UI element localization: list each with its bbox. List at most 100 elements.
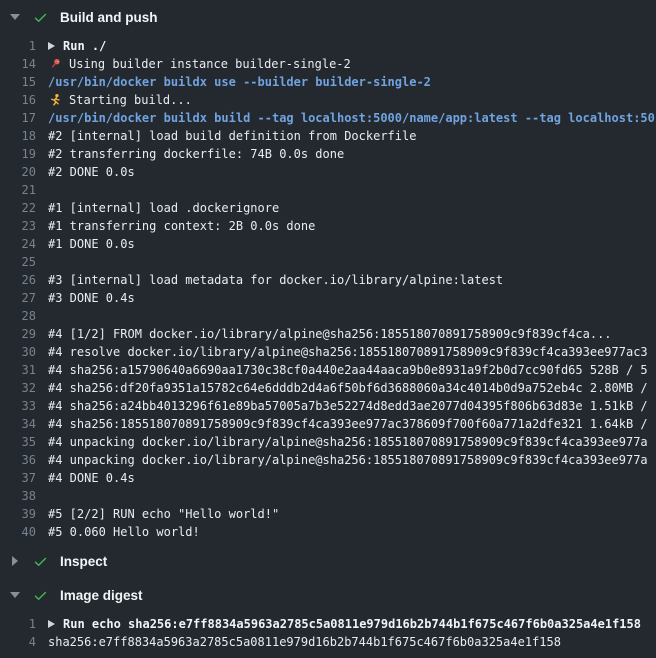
line-number[interactable]: 36 — [0, 453, 36, 467]
log-line: 16 Starting build... — [0, 91, 656, 109]
log-line: 17/usr/bin/docker buildx build --tag loc… — [0, 109, 656, 127]
log-line: 38 — [0, 487, 656, 505]
group-header-image-digest[interactable]: Image digest — [0, 578, 656, 612]
caret-down-icon[interactable] — [10, 592, 19, 598]
log-line: 32#4 sha256:df20fa9351a15782c64e6dddb2d4… — [0, 379, 656, 397]
log-line: 15/usr/bin/docker buildx use --builder b… — [0, 73, 656, 91]
line-content: #1 DONE 0.0s — [48, 237, 656, 251]
log-line: 18 #2 [internal] load build definition fr… — [0, 127, 656, 145]
line-content: Starting build... — [48, 93, 656, 107]
line-content: #3 [internal] load metadata for docker.i… — [48, 273, 656, 287]
log-line: 20 #2 DONE 0.0s — [0, 163, 656, 181]
line-number[interactable]: 33 — [0, 399, 36, 413]
log-group-build-and-push: Build and push 1 Run ./ 14 Using builder ins… — [0, 0, 656, 544]
log-line: 33 #4 sha256:a24bb4013296f61e89ba57005a7b… — [0, 397, 656, 415]
line-number[interactable]: 19 — [0, 147, 36, 161]
log-group-image-digest: Image digest 1 Run echo sha256:e7ff8834a59… — [0, 578, 656, 654]
log-group-inspect: Inspect — [0, 544, 656, 578]
line-number[interactable]: 24 — [0, 237, 36, 251]
line-content: #4 resolve docker.io/library/alpine@sha2… — [48, 345, 656, 359]
line-content: #3 DONE 0.4s — [48, 291, 656, 305]
line-number[interactable]: 25 — [0, 255, 36, 269]
log-line: 1 Run ./ — [0, 37, 656, 55]
log-line: 34 #4 sha256:185518070891758909c9f839cf4c… — [0, 415, 656, 433]
line-number[interactable]: 32 — [0, 381, 36, 395]
line-number[interactable]: 1 — [0, 39, 36, 53]
log-line: 19 #2 transferring dockerfile: 74B 0.0s d… — [0, 145, 656, 163]
line-content: #2 DONE 0.0s — [48, 165, 656, 179]
line-number[interactable]: 21 — [0, 183, 36, 197]
log-line: 24 #1 DONE 0.0s — [0, 235, 656, 253]
line-number[interactable]: 38 — [0, 489, 36, 503]
line-number[interactable]: 37 — [0, 471, 36, 485]
line-content: sha256:e7ff8834a5963a2785c5a0811e979d16b… — [48, 635, 656, 649]
line-content: #4 sha256:185518070891758909c9f839cf4ca3… — [48, 417, 656, 431]
line-number[interactable]: 18 — [0, 129, 36, 143]
line-number[interactable]: 30 — [0, 345, 36, 359]
group-title: Build and push — [60, 10, 158, 25]
actions-log-viewer: Build and push1Run ./14Using builder ins… — [0, 0, 656, 658]
log-line: 36 #4 unpacking docker.io/library/alpine@… — [0, 451, 656, 469]
group-header-inspect[interactable]: Inspect — [0, 544, 656, 578]
line-content: #4 [1/2] FROM docker.io/library/alpine@s… — [48, 327, 656, 341]
group-header-build-and-push[interactable]: Build and push — [0, 0, 656, 34]
line-number[interactable]: 28 — [0, 309, 36, 323]
log-line: 14 Using builder instance builder-single-… — [0, 55, 656, 73]
line-content: #4 DONE 0.4s — [48, 471, 656, 485]
line-number[interactable]: 31 — [0, 363, 36, 377]
line-number[interactable]: 34 — [0, 417, 36, 431]
log-line: 31 #4 sha256:a15790640a6690aa1730c38cf0a4… — [0, 361, 656, 379]
group-body-image-digest: 1 Run echo sha256:e7ff8834a5963a2785c5a08… — [0, 612, 656, 654]
run-command-text: Run echo sha256:e7ff8834a5963a2785c5a081… — [63, 617, 641, 631]
expand-run-icon[interactable] — [48, 620, 55, 628]
log-line: 27 #3 DONE 0.4s — [0, 289, 656, 307]
group-title: Image digest — [60, 588, 143, 603]
line-content: Run echo sha256:e7ff8834a5963a2785c5a081… — [48, 617, 656, 631]
line-content: #1 [internal] load .dockerignore — [48, 201, 656, 215]
log-line: 37 #4 DONE 0.4s — [0, 469, 656, 487]
log-line: 26 #3 [internal] load metadata for docker… — [0, 271, 656, 289]
check-success-icon — [33, 554, 48, 569]
pushpin-icon — [48, 57, 63, 71]
line-number[interactable]: 22 — [0, 201, 36, 215]
line-number[interactable]: 35 — [0, 435, 36, 449]
log-line: 35#4 unpacking docker.io/library/alpine@… — [0, 433, 656, 451]
line-number[interactable]: 39 — [0, 507, 36, 521]
log-line: 25 — [0, 253, 656, 271]
line-number[interactable]: 26 — [0, 273, 36, 287]
line-number[interactable]: 4 — [0, 635, 36, 649]
line-content: Using builder instance builder-single-2 — [48, 57, 656, 71]
run-command-text: Run ./ — [63, 39, 106, 53]
log-line: 23 #1 transferring context: 2B 0.0s done — [0, 217, 656, 235]
caret-down-icon[interactable] — [10, 14, 19, 20]
line-number[interactable]: 27 — [0, 291, 36, 305]
line-content: #5 0.060 Hello world! — [48, 525, 656, 539]
line-number[interactable]: 1 — [0, 617, 36, 631]
line-number[interactable]: 16 — [0, 93, 36, 107]
line-number[interactable]: 20 — [0, 165, 36, 179]
line-number[interactable]: 15 — [0, 75, 36, 89]
line-number[interactable]: 17 — [0, 111, 36, 125]
line-number[interactable]: 23 — [0, 219, 36, 233]
log-line: 40 #5 0.060 Hello world! — [0, 523, 656, 541]
line-content: #2 transferring dockerfile: 74B 0.0s don… — [48, 147, 656, 161]
check-success-icon — [33, 588, 48, 603]
expand-run-icon[interactable] — [48, 42, 55, 50]
line-number[interactable]: 29 — [0, 327, 36, 341]
line-content: #5 [2/2] RUN echo "Hello world!" — [48, 507, 656, 521]
line-number[interactable]: 14 — [0, 57, 36, 71]
log-line: 22 #1 [internal] load .dockerignore — [0, 199, 656, 217]
log-text: Using builder instance builder-single-2 — [69, 57, 351, 71]
line-content: #2 [internal] load build definition from… — [48, 129, 656, 143]
log-line: 30 #4 resolve docker.io/library/alpine@sh… — [0, 343, 656, 361]
runner-icon — [48, 93, 63, 107]
group-body-build-and-push: 1 Run ./ 14 Using builder instance builder-… — [0, 34, 656, 544]
caret-right-icon[interactable] — [10, 556, 19, 566]
line-content: #1 transferring context: 2B 0.0s done — [48, 219, 656, 233]
log-line: 39 #5 [2/2] RUN echo "Hello world!" — [0, 505, 656, 523]
line-number[interactable]: 40 — [0, 525, 36, 539]
line-content: #4 sha256:a24bb4013296f61e89ba57005a7b3e… — [48, 399, 656, 413]
log-line: 1 Run echo sha256:e7ff8834a5963a2785c5a08… — [0, 615, 656, 633]
line-content: #4 unpacking docker.io/library/alpine@sh… — [48, 453, 656, 467]
line-content: #4 sha256:a15790640a6690aa1730c38cf0a440… — [48, 363, 656, 377]
